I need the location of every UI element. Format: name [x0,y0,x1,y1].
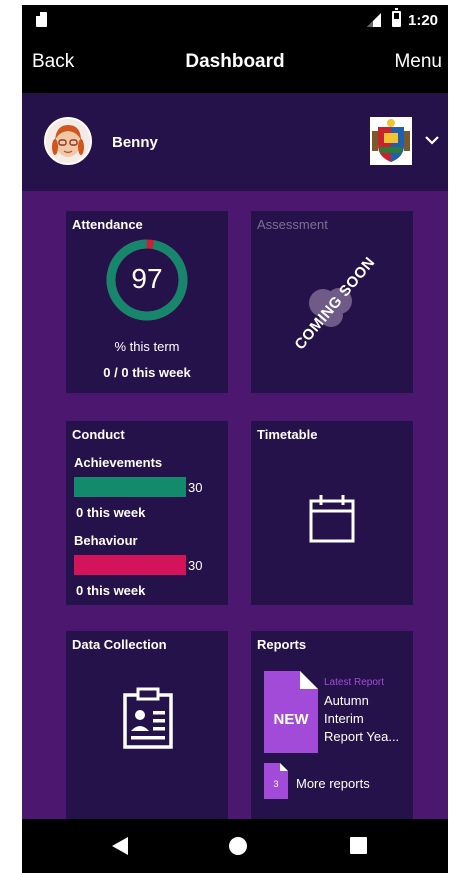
app-bar: Back Dashboard Menu [22,37,448,89]
reports-title: Reports [257,637,307,652]
page-title: Dashboard [185,51,285,72]
attendance-week-label: 0 / 0 this week [103,365,191,380]
clipboard-icon [122,687,174,749]
status-time: 1:20 [408,12,439,29]
data-collection-title: Data Collection [72,637,167,652]
attendance-tile[interactable]: Attendance 97 % this term 0 / 0 this wee… [66,211,228,393]
avatar[interactable] [44,117,92,165]
status-bar: 1:20 [22,5,448,35]
battery-icon [392,8,401,27]
calendar-icon [309,493,355,545]
sim-card-icon [36,12,47,27]
data-collection-tile[interactable]: Data Collection [66,631,228,819]
achievements-label: Achievements [74,455,163,470]
behaviour-count: 30 [188,558,203,573]
conduct-tile[interactable]: Conduct Achievements 30 0 this week Beha… [66,421,228,605]
home-circle-icon[interactable] [229,837,247,855]
chevron-down-icon[interactable] [424,133,440,147]
timetable-title: Timetable [257,427,318,442]
dashboard-grid: Attendance 97 % this term 0 / 0 this wee… [22,191,448,819]
school-crest-icon[interactable] [370,117,412,165]
attendance-term-label: % this term [114,339,180,354]
timetable-tile[interactable]: Timetable [251,421,413,605]
behaviour-week: 0 this week [76,583,146,598]
menu-button[interactable]: Menu [394,51,442,73]
assessment-tile[interactable]: Assessment COMING SOON [251,211,413,393]
achievements-count: 30 [188,480,203,495]
back-triangle-icon[interactable] [112,837,128,855]
user-name: Benny [112,134,158,151]
conduct-title: Conduct [72,427,125,442]
reports-tile[interactable]: Reports NEW Latest Report Autumn Interim… [251,631,413,819]
attendance-title: Attendance [72,217,143,232]
behaviour-bar [74,555,186,575]
latest-report-title-line[interactable]: Report Yea... [324,729,399,744]
phone-screen: 1:20 Back Dashboard Menu Benny Attendanc… [22,5,448,873]
recents-square-icon[interactable] [350,837,367,854]
latest-report-title-line[interactable]: Autumn [324,693,369,708]
more-reports-link[interactable]: More reports [296,776,370,791]
attendance-percent: 97 [131,263,163,294]
signal-icon [367,13,381,27]
profile-header[interactable]: Benny [22,93,448,191]
new-badge: NEW [273,711,309,728]
system-nav-bar [22,819,448,873]
latest-report-title-line[interactable]: Interim [324,711,364,726]
latest-report-label: Latest Report [324,677,385,688]
behaviour-label: Behaviour [74,533,138,548]
more-reports-count: 3 [273,779,279,789]
achievements-week: 0 this week [76,505,146,520]
achievements-bar [74,477,186,497]
